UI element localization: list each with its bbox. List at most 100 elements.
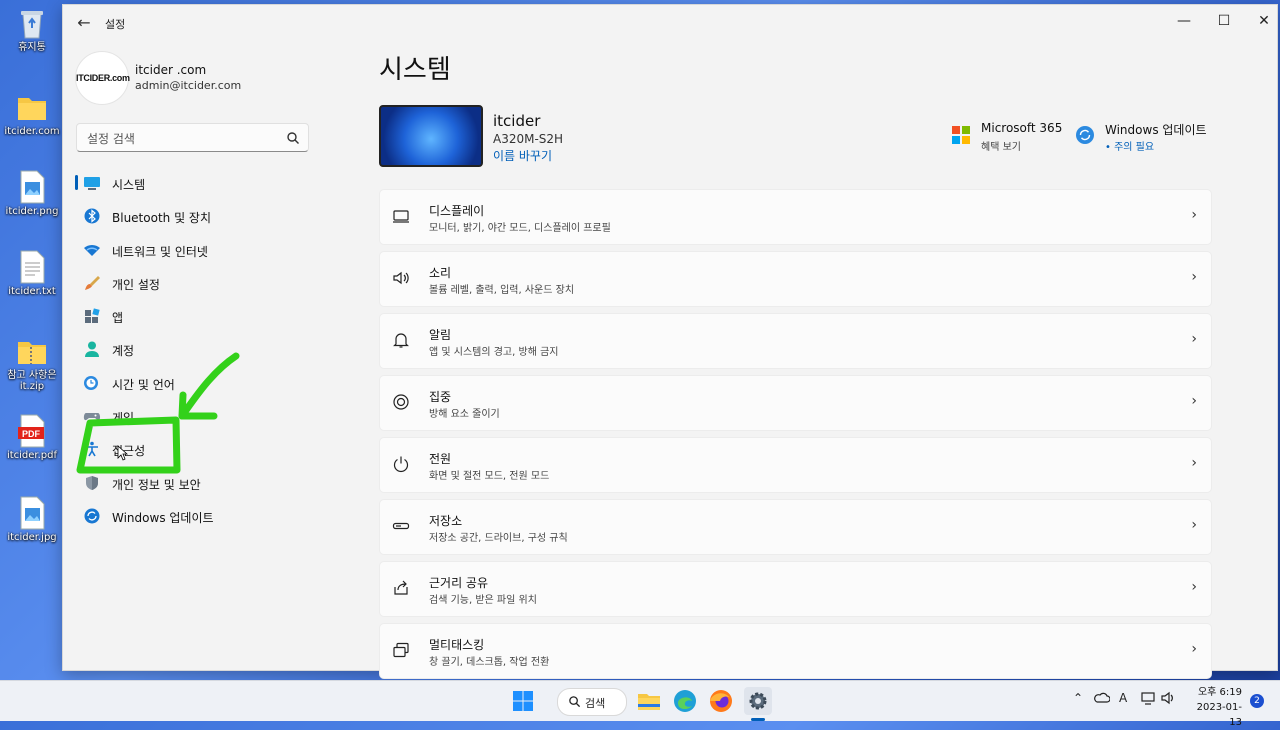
- promo-title: Windows 업데이트: [1105, 123, 1207, 137]
- card-title: 근거리 공유: [429, 576, 489, 590]
- sidebar-item-bluetooth[interactable]: Bluetooth 및 장치: [75, 200, 335, 233]
- settings-card-sound[interactable]: 소리 볼륨 레벨, 출력, 입력, 사운드 장치 ›: [379, 251, 1212, 307]
- rename-link[interactable]: 이름 바꾸기: [493, 147, 552, 164]
- desktop-icon-folder[interactable]: itcider.com: [4, 90, 60, 137]
- svg-text:PDF: PDF: [22, 429, 41, 439]
- minimize-button[interactable]: —: [1169, 9, 1199, 33]
- desktop-icon-jpg[interactable]: itcider.jpg: [4, 496, 60, 543]
- sidebar-item-label: 개인 정보 및 보안: [112, 477, 201, 492]
- ime-indicator[interactable]: A: [1119, 691, 1127, 705]
- sidebar-item-accounts[interactable]: 계정: [75, 333, 335, 366]
- desktop-icon-label: itcider.png: [5, 206, 59, 217]
- storage-icon: [392, 517, 410, 535]
- windows-logo-icon: [513, 691, 533, 711]
- settings-card-focus[interactable]: 집중 방해 요소 줄이기 ›: [379, 375, 1212, 431]
- sidebar-item-personalization[interactable]: 개인 설정: [75, 267, 335, 300]
- desktop-icon-label: 참고 사항은 it.zip: [7, 370, 57, 392]
- user-profile[interactable]: ITCIDER.com itcider .com admin@itcider.c…: [75, 51, 335, 105]
- sidebar-item-label: 개인 설정: [112, 277, 160, 292]
- desktop-icon-label: 휴지통: [18, 42, 46, 53]
- selection-indicator: [75, 175, 78, 190]
- share-icon: [392, 579, 410, 597]
- search-placeholder: 설정 검색: [87, 132, 135, 146]
- sidebar-item-windows-update[interactable]: Windows 업데이트: [75, 500, 335, 533]
- card-subtitle: 앱 및 시스템의 경고, 방해 금지: [429, 347, 559, 358]
- image-file-icon: [16, 496, 48, 530]
- chevron-right-icon: ›: [1191, 517, 1197, 533]
- sidebar-item-network[interactable]: 네트워크 및 인터넷: [75, 234, 335, 267]
- taskbar: 검색 ⌃ A 오후 6:19 2023-01-13 2: [0, 680, 1280, 728]
- search-icon[interactable]: [286, 130, 300, 144]
- chevron-right-icon: ›: [1191, 331, 1197, 347]
- notification-badge[interactable]: 2: [1250, 694, 1264, 708]
- edge-browser-icon[interactable]: [671, 687, 699, 715]
- back-arrow-icon[interactable]: ←: [75, 14, 93, 32]
- settings-card-nearby-sharing[interactable]: 근거리 공유 검색 기능, 받은 파일 위치 ›: [379, 561, 1212, 617]
- promo-subtitle: • 주의 필요: [1105, 142, 1155, 153]
- sidebar-item-label: 시스템: [112, 178, 146, 192]
- card-subtitle: 저장소 공간, 드라이브, 구성 규칙: [429, 533, 568, 544]
- desktop-icon-png[interactable]: itcider.png: [4, 170, 60, 217]
- microsoft-logo-icon: [951, 125, 971, 145]
- sidebar-item-label: 접근성: [112, 444, 146, 459]
- multitask-icon: [392, 641, 410, 659]
- chevron-up-icon[interactable]: ⌃: [1073, 691, 1083, 705]
- text-file-icon: [16, 250, 48, 284]
- desktop-icon-pdf[interactable]: PDF itcider.pdf: [4, 414, 60, 461]
- chevron-right-icon: ›: [1191, 579, 1197, 595]
- zip-folder-icon: [16, 334, 48, 368]
- title-bar: ← 설정 — ☐ ✕: [63, 5, 1277, 43]
- bluetooth-icon: [83, 208, 101, 224]
- onedrive-sync-icon[interactable]: [1094, 691, 1111, 708]
- network-icon[interactable]: [1140, 691, 1156, 708]
- start-button[interactable]: [509, 687, 537, 715]
- firefox-icon[interactable]: [707, 687, 735, 715]
- speaker-icon: [392, 269, 410, 287]
- maximize-button[interactable]: ☐: [1209, 9, 1239, 33]
- card-subtitle: 방해 요소 줄이기: [429, 409, 500, 420]
- card-subtitle: 모니터, 밝기, 야간 모드, 디스플레이 프로필: [429, 223, 611, 234]
- sidebar-item-time-language[interactable]: 시간 및 언어: [75, 367, 335, 400]
- shield-icon: [83, 475, 101, 491]
- sidebar-item-privacy-security[interactable]: 개인 정보 및 보안: [75, 467, 335, 500]
- search-input[interactable]: 설정 검색: [76, 123, 309, 152]
- system-clock[interactable]: 오후 6:19 2023-01-13: [1190, 685, 1242, 730]
- card-title: 멀티태스킹: [429, 638, 485, 652]
- settings-card-power[interactable]: 전원 화면 및 절전 모드, 전원 모드 ›: [379, 437, 1212, 493]
- settings-card-storage[interactable]: 저장소 저장소 공간, 드라이브, 구성 규칙 ›: [379, 499, 1212, 555]
- search-icon: [569, 696, 581, 708]
- settings-card-display[interactable]: 디스플레이 모니터, 밝기, 야간 모드, 디스플레이 프로필 ›: [379, 189, 1212, 245]
- settings-card-notifications[interactable]: 알림 앱 및 시스템의 경고, 방해 금지 ›: [379, 313, 1212, 369]
- taskbar-search[interactable]: 검색: [557, 688, 627, 716]
- clock-globe-icon: [83, 375, 101, 391]
- desktop-icon-label: itcider.com: [4, 126, 60, 137]
- sidebar-item-accessibility[interactable]: 접근성: [75, 433, 335, 466]
- card-subtitle: 화면 및 절전 모드, 전원 모드: [429, 471, 550, 482]
- promo-subtitle: 혜택 보기: [981, 142, 1021, 153]
- device-name: itcider: [493, 112, 541, 130]
- settings-card-multitasking[interactable]: 멀티태스킹 창 끌기, 데스크톱, 작업 전환 ›: [379, 623, 1212, 679]
- card-title: 저장소: [429, 514, 463, 528]
- sidebar-item-apps[interactable]: 앱: [75, 300, 335, 333]
- card-subtitle: 창 끌기, 데스크톱, 작업 전환: [429, 657, 550, 668]
- pdf-file-icon: PDF: [16, 414, 48, 448]
- card-title: 전원: [429, 452, 452, 466]
- sidebar-item-label: 시간 및 언어: [112, 377, 175, 392]
- desktop-icon-recycle-bin[interactable]: 휴지통: [4, 6, 60, 53]
- settings-list: 디스플레이 모니터, 밝기, 야간 모드, 디스플레이 프로필 › 소리 볼륨 …: [379, 189, 1212, 685]
- gamepad-icon: [83, 408, 101, 424]
- device-thumbnail: [379, 105, 483, 167]
- desktop-icon-zip[interactable]: 참고 사항은 it.zip: [4, 334, 60, 392]
- chevron-right-icon: ›: [1191, 641, 1197, 657]
- folder-icon: [16, 90, 48, 124]
- sidebar-item-system[interactable]: 시스템: [75, 167, 335, 200]
- sidebar-item-label: Bluetooth 및 장치: [112, 211, 212, 226]
- card-title: 소리: [429, 266, 452, 280]
- card-subtitle: 볼륨 레벨, 출력, 입력, 사운드 장치: [429, 285, 575, 296]
- file-explorer-icon[interactable]: [635, 687, 663, 715]
- close-button[interactable]: ✕: [1249, 9, 1279, 33]
- volume-icon[interactable]: [1160, 691, 1176, 708]
- sidebar-item-gaming[interactable]: 게임: [75, 400, 335, 433]
- settings-gear-icon[interactable]: [744, 687, 772, 715]
- desktop-icon-txt[interactable]: itcider.txt: [4, 250, 60, 297]
